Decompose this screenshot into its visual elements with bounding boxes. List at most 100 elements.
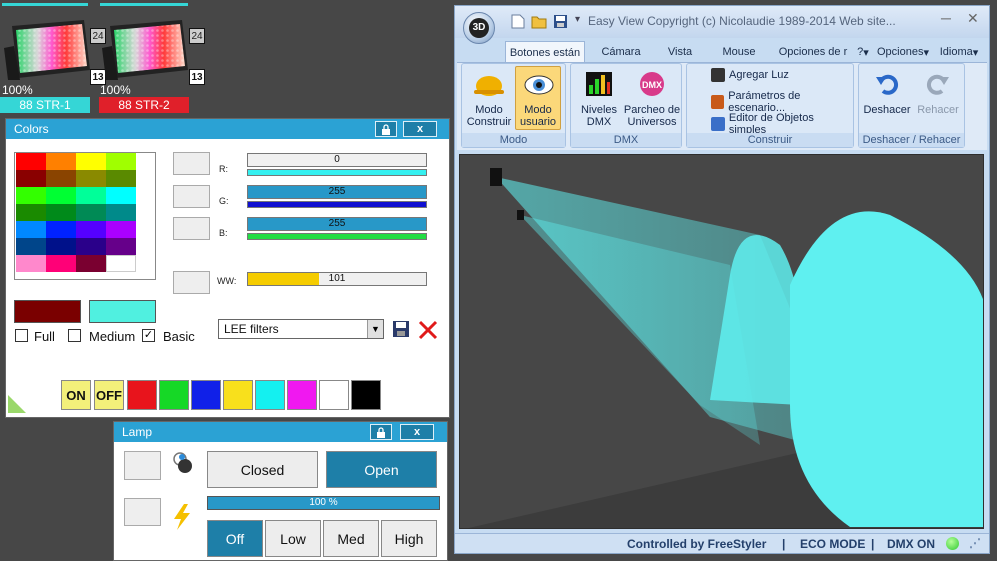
open-folder-icon[interactable] xyxy=(531,14,547,29)
grid-color-cell[interactable] xyxy=(46,221,76,238)
mode-low-button[interactable]: Low xyxy=(265,520,321,557)
save-icon[interactable] xyxy=(392,320,410,338)
colors-close-button[interactable]: x xyxy=(403,121,437,137)
opciones-menu[interactable]: Opciones ▾ xyxy=(873,41,933,63)
idioma-menu[interactable]: Idioma ▾ xyxy=(933,41,985,63)
current-color-swatch-cyan[interactable] xyxy=(89,300,156,323)
grid-color-cell[interactable] xyxy=(76,153,106,170)
grid-color-cell[interactable] xyxy=(16,204,46,221)
lamp-preset-button[interactable] xyxy=(124,498,161,526)
parametros-escenario-item[interactable]: Parámetros de escenario... xyxy=(711,90,853,114)
resize-grip-icon[interactable]: ⋰ xyxy=(969,536,981,550)
tab-mouse[interactable]: Mouse xyxy=(711,41,767,63)
lock-button[interactable] xyxy=(375,121,397,137)
tab-opciones-de[interactable]: Opciones de r xyxy=(771,41,855,63)
quick-color-button[interactable] xyxy=(223,380,253,410)
tab-botones[interactable]: Botones están xyxy=(505,41,585,63)
grid-color-cell[interactable] xyxy=(16,187,46,204)
grid-color-cell[interactable] xyxy=(16,170,46,187)
grid-color-cell[interactable] xyxy=(76,255,106,272)
grid-color-cell[interactable] xyxy=(46,238,76,255)
deshacer-button[interactable]: Deshacer xyxy=(861,66,913,130)
minimize-button[interactable]: ─ xyxy=(941,10,951,26)
mode-off-button[interactable]: Off xyxy=(207,520,263,557)
fixture-1-strobe-icon[interactable] xyxy=(2,18,92,82)
closed-button[interactable]: Closed xyxy=(207,451,318,488)
lamp-panel-title: Lamp xyxy=(114,422,447,442)
quick-color-button[interactable] xyxy=(255,380,285,410)
filter-select[interactable]: LEE filters ▼ xyxy=(218,319,384,339)
grid-color-cell[interactable] xyxy=(106,255,136,272)
grid-color-cell[interactable] xyxy=(106,153,136,170)
medium-checkbox[interactable] xyxy=(68,329,81,342)
grid-color-cell[interactable] xyxy=(106,170,136,187)
tab-camara[interactable]: Cámara xyxy=(593,41,649,63)
modo-construir-button[interactable]: Modo Construir xyxy=(465,66,513,130)
quick-color-button[interactable] xyxy=(159,380,189,410)
grid-color-cell[interactable] xyxy=(76,204,106,221)
3d-viewport[interactable] xyxy=(459,154,984,529)
grid-color-cell[interactable] xyxy=(46,187,76,204)
ww-preset-button[interactable] xyxy=(173,271,210,294)
quick-color-button[interactable] xyxy=(127,380,157,410)
new-file-icon[interactable] xyxy=(511,14,525,29)
rehacer-button[interactable]: Rehacer xyxy=(913,66,963,130)
fixture-1-name[interactable]: 88 STR-1 xyxy=(0,97,90,113)
close-button[interactable]: ✕ xyxy=(967,10,979,27)
grid-color-cell[interactable] xyxy=(46,153,76,170)
delete-icon[interactable] xyxy=(418,320,438,340)
quick-color-button[interactable] xyxy=(351,380,381,410)
lamp-close-button[interactable]: x xyxy=(400,424,434,440)
mode-high-button[interactable]: High xyxy=(381,520,437,557)
current-color-swatch-dark[interactable] xyxy=(14,300,81,323)
grid-color-cell[interactable] xyxy=(106,238,136,255)
r-preset-button[interactable] xyxy=(173,152,210,175)
lamp-lock-button[interactable] xyxy=(370,424,392,440)
ww-slider[interactable]: 101 xyxy=(247,272,427,286)
grid-color-cell[interactable] xyxy=(76,187,106,204)
g-slider[interactable]: 255 xyxy=(247,185,427,199)
help-menu[interactable]: ? ▾ xyxy=(853,41,873,63)
r-slider[interactable]: 0 xyxy=(247,153,427,167)
b-preset-button[interactable] xyxy=(173,217,210,240)
shutter-preset-button[interactable] xyxy=(124,451,161,480)
parcheo-universos-button[interactable]: DMX Parcheo de Universos xyxy=(623,66,681,130)
full-checkbox[interactable] xyxy=(15,329,28,342)
grid-color-cell[interactable] xyxy=(106,221,136,238)
grid-color-cell[interactable] xyxy=(16,221,46,238)
grid-color-cell[interactable] xyxy=(46,170,76,187)
agregar-luz-item[interactable]: Agregar Luz xyxy=(711,68,789,82)
grid-color-cell[interactable] xyxy=(16,153,46,170)
quick-color-button[interactable] xyxy=(287,380,317,410)
chevron-down-icon[interactable]: ▼ xyxy=(367,320,383,338)
quick-color-button[interactable] xyxy=(191,380,221,410)
basic-checkbox[interactable]: ✓ xyxy=(142,329,155,342)
tab-vista[interactable]: Vista xyxy=(653,41,707,63)
ww-value: 101 xyxy=(328,273,346,284)
quick-color-button[interactable] xyxy=(319,380,349,410)
off-button[interactable]: OFF xyxy=(94,380,124,410)
g-preset-button[interactable] xyxy=(173,185,210,208)
grid-color-cell[interactable] xyxy=(46,204,76,221)
grid-color-cell[interactable] xyxy=(16,255,46,272)
save-icon[interactable] xyxy=(553,14,568,29)
mode-med-button[interactable]: Med xyxy=(323,520,379,557)
grid-color-cell[interactable] xyxy=(106,187,136,204)
grid-color-cell[interactable] xyxy=(76,238,106,255)
fixture-2-strobe-icon[interactable] xyxy=(100,18,190,82)
on-button[interactable]: ON xyxy=(61,380,91,410)
dmx-status-led-icon xyxy=(946,537,959,550)
app-logo-button[interactable]: 3D xyxy=(463,12,495,44)
qat-customize-icon[interactable]: ▾ xyxy=(575,14,580,25)
grid-color-cell[interactable] xyxy=(46,255,76,272)
grid-color-cell[interactable] xyxy=(16,238,46,255)
grid-color-cell[interactable] xyxy=(106,204,136,221)
open-button[interactable]: Open xyxy=(326,451,437,488)
grid-color-cell[interactable] xyxy=(76,221,106,238)
modo-usuario-button[interactable]: Modo usuario xyxy=(515,66,561,130)
grid-color-cell[interactable] xyxy=(76,170,106,187)
niveles-dmx-button[interactable]: Niveles DMX xyxy=(575,66,623,130)
fixture-2-name[interactable]: 88 STR-2 xyxy=(99,97,189,113)
b-slider[interactable]: 255 xyxy=(247,217,427,231)
resize-grip-icon[interactable] xyxy=(8,395,26,413)
